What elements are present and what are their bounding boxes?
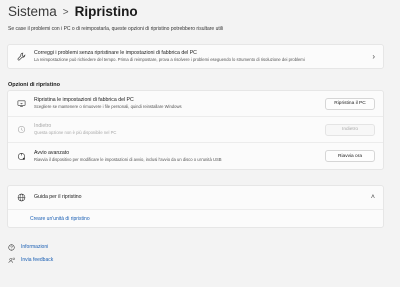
- section-label-recovery: Opzioni di ripristino: [8, 82, 60, 88]
- option-go-back: Indietro Questa opzione non è più dispon…: [8, 117, 383, 143]
- breadcrumb-parent[interactable]: Sistema: [8, 4, 57, 19]
- advanced-startup-icon: [16, 151, 26, 161]
- page-subtitle: Se case il problemi con i PC o di reimpo…: [8, 26, 224, 32]
- help-title: Guida per il ripristino: [34, 194, 82, 200]
- wrench-icon: [16, 52, 26, 62]
- recovery-options-group: Ripristina le impostazioni di fabbrica d…: [7, 90, 384, 170]
- globe-icon: [16, 193, 26, 203]
- breadcrumb-separator: >: [62, 6, 69, 18]
- option-title: Avvio avanzato: [34, 149, 70, 156]
- info-link-label[interactable]: Informazioni: [21, 244, 48, 250]
- option-description: Questa opzione non è più disponibile nel…: [34, 130, 117, 135]
- info-link[interactable]: Informazioni: [7, 243, 48, 251]
- page-title: Sistema > Ripristino: [8, 4, 138, 19]
- feedback-icon: [7, 256, 15, 264]
- reset-pc-button[interactable]: Ripristina il PC: [325, 97, 375, 110]
- breadcrumb-current: Ripristino: [74, 4, 138, 19]
- chevron-right-icon: ›: [372, 52, 375, 61]
- history-icon: [16, 125, 26, 135]
- restart-now-button[interactable]: Riavvia ora: [325, 150, 375, 162]
- option-reset-pc: Ripristina le impostazioni di fabbrica d…: [8, 91, 383, 117]
- feedback-link[interactable]: Invia feedback: [7, 256, 53, 264]
- option-title: Ripristina le impostazioni di fabbrica d…: [34, 97, 134, 103]
- help-header[interactable]: Guida per il ripristino ˄: [8, 186, 383, 210]
- option-advanced-startup: Avvio avanzato Riavvia il dispositivo pe…: [8, 143, 383, 169]
- chevron-up-icon[interactable]: ˄: [371, 194, 375, 201]
- create-recovery-drive-link[interactable]: Creare un'unità di ripristino: [30, 216, 90, 222]
- option-description: Riavvia il dispositivo per modificare le…: [34, 156, 222, 162]
- help-card: Guida per il ripristino ˄ Creare un'unit…: [7, 185, 384, 228]
- troubleshoot-description: La reimpostazione può richiedere del tem…: [34, 57, 305, 62]
- troubleshoot-card[interactable]: Correggi i problemi senza ripristinare l…: [7, 44, 384, 69]
- troubleshoot-title: Correggi i problemi senza ripristinare l…: [34, 50, 197, 56]
- feedback-link-label[interactable]: Invia feedback: [21, 257, 53, 263]
- help-icon: [7, 243, 15, 251]
- go-back-button[interactable]: Indietro: [325, 123, 375, 136]
- option-description: Scegliere se mantenere o rimuovere i fil…: [34, 104, 182, 109]
- option-title: Indietro: [34, 123, 52, 129]
- reset-pc-icon: [16, 99, 26, 109]
